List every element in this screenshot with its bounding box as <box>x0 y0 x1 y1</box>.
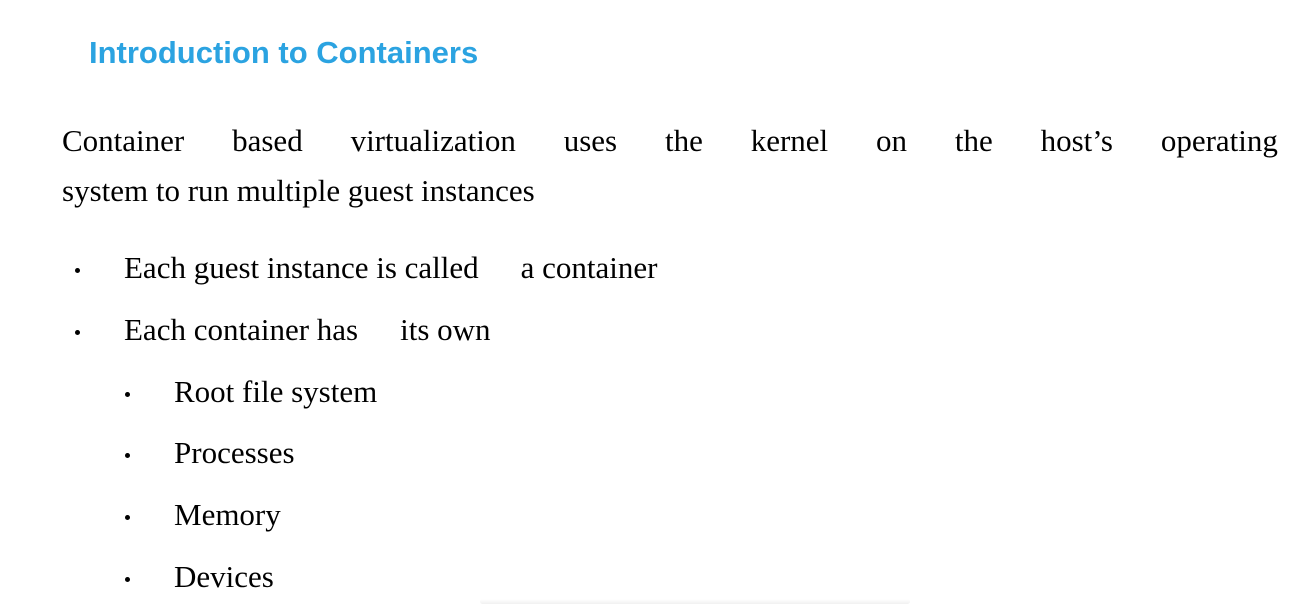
sub-bullet-item: Processes <box>0 433 1305 473</box>
sub-bullet-item: Root file system <box>0 372 1305 412</box>
bullet-dot-icon <box>75 330 80 335</box>
bullet-text-part: Each container has <box>124 312 359 347</box>
intro-line-1: Container based virtualization uses the … <box>62 116 1278 166</box>
bullet-item: Each guest instance is called a container <box>0 248 1305 288</box>
intro-word: host’s <box>1040 123 1113 158</box>
bullet-text-part: Each guest instance is called <box>124 250 479 285</box>
intro-line-2: system to run multiple guest instances <box>62 173 535 208</box>
bottom-shadow-divider <box>480 599 910 604</box>
slide: Introduction to Containers Container bas… <box>0 0 1305 604</box>
intro-word: virtualization <box>350 123 516 158</box>
bullet-dot-icon <box>125 453 130 458</box>
intro-word: the <box>954 123 993 158</box>
intro-word: the <box>664 123 703 158</box>
sub-bullet-text: Devices <box>174 559 274 594</box>
sub-bullet-text: Memory <box>174 497 281 532</box>
sub-bullet-item: Memory <box>0 495 1305 535</box>
sub-bullet-item: Devices <box>0 557 1305 597</box>
bullet-text: Each container has its own <box>124 310 491 350</box>
intro-word: uses <box>563 123 618 158</box>
intro-word: operating <box>1160 123 1278 158</box>
bullet-dot-icon <box>75 268 80 273</box>
sub-bullet-text: Processes <box>174 435 295 470</box>
intro-paragraph: Container based virtualization uses the … <box>62 116 1278 216</box>
bullet-dot-icon <box>125 577 130 582</box>
intro-word: based <box>232 123 303 158</box>
bullet-text-part: a container <box>520 250 658 285</box>
bullet-dot-icon <box>125 392 130 397</box>
slide-title: Introduction to Containers <box>89 35 479 70</box>
bullet-text: Each guest instance is called a container <box>124 248 657 288</box>
intro-word: kernel <box>750 123 829 158</box>
bullet-item: Each container has its own <box>0 310 1305 350</box>
intro-word: Container <box>62 123 185 158</box>
bullet-dot-icon <box>125 515 130 520</box>
bullet-text-part: its own <box>400 312 491 347</box>
sub-bullet-text: Root file system <box>174 374 378 409</box>
intro-word: on <box>876 123 908 158</box>
